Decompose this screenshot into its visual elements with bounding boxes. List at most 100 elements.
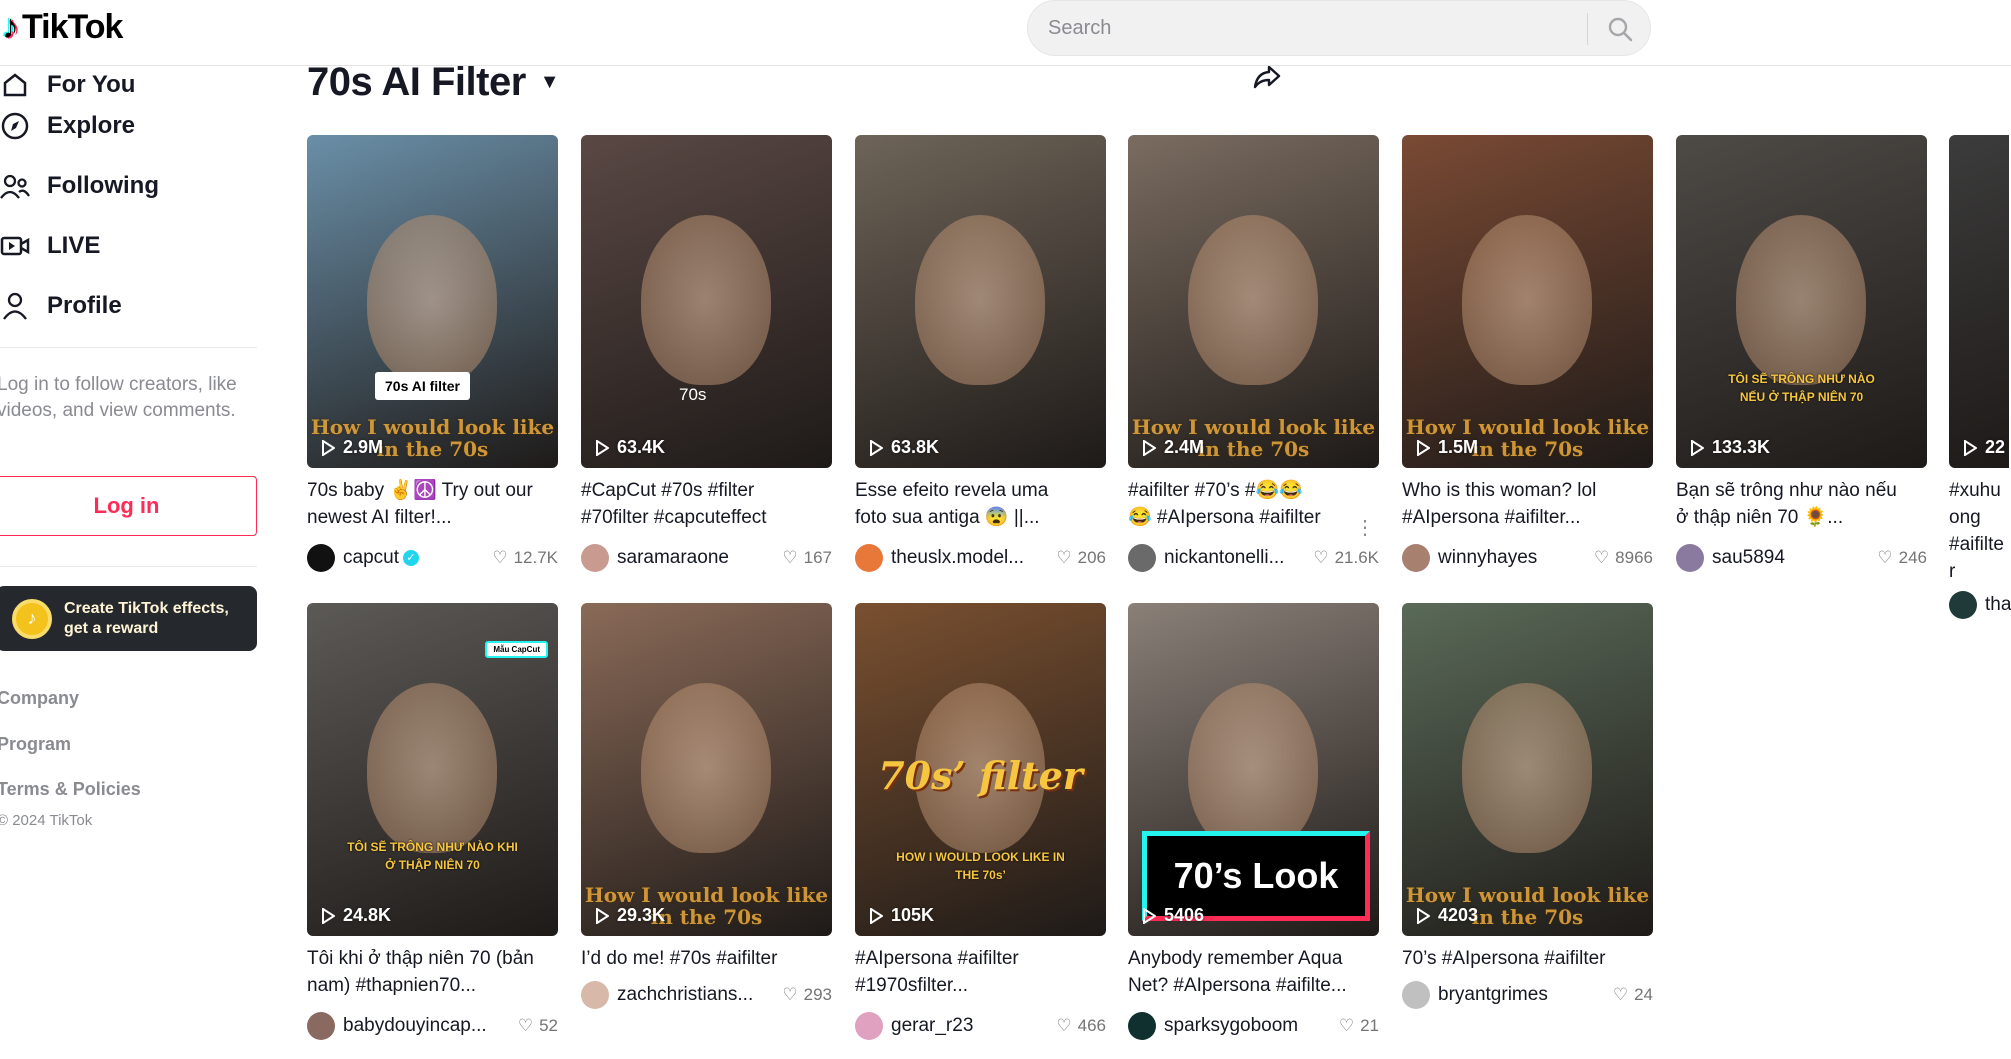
video-thumbnail[interactable]: 22 — [1949, 135, 2009, 468]
sidebar: For You Explore Following LIVE Profile L… — [0, 0, 260, 1059]
video-caption[interactable]: Tôi khi ở thập niên 70 (bản nam) #thapni… — [307, 945, 562, 999]
thumbnail-overlay-text: HOW I WOULD LOOK LIKE IN THE 70s’ — [896, 850, 1065, 882]
thumbnail-image — [915, 215, 1045, 385]
video-thumbnail[interactable]: TÔI SẼ TRÔNG NHƯ NÀO NẾU Ở THẬP NIÊN 70 1… — [1676, 135, 1927, 468]
avatar[interactable] — [581, 544, 609, 572]
video-thumbnail[interactable]: Mẫu CapCut TÔI SẼ TRÔNG NHƯ NÀO KHI Ở THẬ… — [307, 603, 558, 936]
search-input[interactable] — [1048, 1, 1568, 55]
heart-icon: ♡ — [492, 548, 508, 567]
author-name[interactable]: nickantonelli... — [1164, 547, 1313, 569]
footer-program[interactable]: Program — [0, 734, 71, 755]
thumbnail-image — [367, 683, 497, 853]
author-name[interactable]: saramaraone — [617, 547, 782, 569]
play-icon — [596, 439, 609, 456]
video-thumbnail[interactable]: 63.8K — [855, 135, 1106, 468]
more-options-icon[interactable]: ⋮ — [1355, 515, 1375, 540]
header: ♪ TikTok — [0, 0, 2011, 66]
avatar[interactable] — [1676, 544, 1704, 572]
author-row: sparksygoboom ♡ 21 — [1128, 1011, 1379, 1041]
play-icon — [1417, 907, 1430, 924]
video-caption[interactable]: Esse efeito revela uma foto sua antiga 😨… — [855, 477, 1110, 531]
like-count: ♡ 24 — [1612, 985, 1653, 1004]
author-name[interactable]: sparksygoboom — [1164, 1015, 1339, 1037]
footer-terms[interactable]: Terms & Policies — [0, 779, 141, 800]
author-name[interactable]: theuslx.model... — [891, 547, 1056, 569]
like-count: ♡ 21 — [1338, 1016, 1379, 1035]
heart-icon: ♡ — [1877, 548, 1893, 567]
author-name[interactable]: babydouyincap... — [343, 1015, 518, 1037]
video-thumbnail[interactable]: 70’s Look 5406 — [1128, 603, 1379, 936]
author-row: babydouyincap... ♡ 52 — [307, 1011, 558, 1041]
video-thumbnail[interactable]: 70s AI filter How I would look like in th… — [307, 135, 558, 468]
create-effects-promo[interactable]: ♪ Create TikTok effects, get a reward — [0, 586, 257, 651]
video-thumbnail[interactable]: HOW I WOULD LOOK LIKE IN THE 70s’ 70s’ fi… — [855, 603, 1106, 936]
author-name[interactable]: zachchristians... — [617, 984, 782, 1006]
video-caption[interactable]: 70’s #AIpersona #aifilter — [1402, 945, 1657, 972]
video-caption[interactable]: 70s baby ✌️☮️ Try out our newest AI filt… — [307, 477, 562, 531]
avatar[interactable] — [1402, 544, 1430, 572]
video-caption[interactable]: Bạn sẽ trông như nào nếu ở thập niên 70 … — [1676, 477, 1931, 531]
avatar[interactable] — [1949, 591, 1977, 619]
avatar[interactable] — [307, 544, 335, 572]
play-icon — [1143, 439, 1156, 456]
like-count: ♡ 12.7K — [492, 548, 558, 567]
author-row: gerar_r23 ♡ 466 — [855, 1011, 1106, 1041]
video-caption[interactable]: Who is this woman? lol #AIpersona #aifil… — [1402, 477, 1657, 531]
video-caption[interactable]: #AIpersona #aifilter #1970sfilter... — [855, 945, 1110, 999]
view-count: 29.3K — [595, 905, 665, 926]
sidebar-item-live[interactable]: LIVE — [0, 231, 100, 261]
sidebar-item-for-you[interactable]: For You — [0, 70, 135, 100]
author-name[interactable]: capcut ✓ — [343, 547, 492, 569]
tiktok-logo[interactable]: ♪ TikTok — [2, 8, 123, 47]
page-title[interactable]: 70s AI Filter ▼ — [307, 60, 560, 105]
avatar[interactable] — [1128, 544, 1156, 572]
video-caption[interactable]: #CapCut #70s #filter #70filter #capcutef… — [581, 477, 836, 531]
avatar[interactable] — [307, 1012, 335, 1040]
footer-company[interactable]: Company — [0, 688, 79, 709]
avatar[interactable] — [581, 981, 609, 1009]
avatar[interactable] — [1128, 1012, 1156, 1040]
share-icon[interactable] — [1252, 62, 1282, 92]
video-thumbnail[interactable]: How I would look like in the 70s 2.4M — [1128, 135, 1379, 468]
sidebar-item-explore[interactable]: Explore — [0, 111, 135, 141]
video-caption[interactable]: I’d do me! #70s #aifilter — [581, 945, 836, 972]
author-row: tha — [1949, 590, 2011, 620]
divider — [0, 566, 257, 567]
video-thumbnail[interactable]: How I would look like in the 70s 29.3K — [581, 603, 832, 936]
author-row: winnyhayes ♡ 8966 — [1402, 543, 1653, 573]
avatar[interactable] — [855, 1012, 883, 1040]
like-count: ♡ 167 — [782, 548, 832, 567]
sidebar-item-profile[interactable]: Profile — [0, 291, 122, 321]
author-row: bryantgrimes ♡ 24 — [1402, 980, 1653, 1010]
view-count: 5406 — [1142, 905, 1204, 926]
sidebar-item-following[interactable]: Following — [0, 171, 159, 201]
login-button[interactable]: Log in — [0, 476, 257, 536]
author-name[interactable]: winnyhayes — [1438, 547, 1594, 569]
author-name[interactable]: tha — [1985, 594, 2011, 616]
avatar[interactable] — [1402, 981, 1430, 1009]
author-name[interactable]: bryantgrimes — [1438, 984, 1613, 1006]
heart-icon: ♡ — [1612, 985, 1629, 1004]
thumbnail-image — [367, 215, 497, 385]
thumbnail-image — [1736, 215, 1866, 385]
avatar[interactable] — [855, 544, 883, 572]
author-row: saramaraone ♡ 167 — [581, 543, 832, 573]
author-name[interactable]: sau5894 — [1712, 547, 1877, 569]
search-bar — [1027, 0, 1651, 56]
video-thumbnail[interactable]: How I would look like in the 70s 4203 — [1402, 603, 1653, 936]
live-icon — [0, 231, 30, 261]
thumbnail-image — [1462, 215, 1592, 385]
search-icon[interactable] — [1600, 9, 1640, 49]
view-count: 63.8K — [869, 437, 939, 458]
video-caption[interactable]: #xuhuong #aifilter — [1949, 477, 2009, 585]
play-icon — [1143, 907, 1156, 924]
video-thumbnail[interactable]: 70s 63.4K — [581, 135, 832, 468]
author-name[interactable]: gerar_r23 — [891, 1015, 1056, 1037]
heart-icon: ♡ — [517, 1016, 534, 1035]
video-thumbnail[interactable]: How I would look like in the 70s 1.5M — [1402, 135, 1653, 468]
video-caption[interactable]: #aifilter #70’s #😂😂 😂 #AIpersona #aifilt… — [1128, 477, 1383, 531]
login-prompt: Log in to follow creators, like videos, … — [0, 374, 237, 421]
play-icon — [322, 439, 335, 456]
video-caption[interactable]: Anybody remember Aqua Net? #AIpersona #a… — [1128, 945, 1383, 999]
author-row: capcut ✓ ♡ 12.7K — [307, 543, 558, 573]
